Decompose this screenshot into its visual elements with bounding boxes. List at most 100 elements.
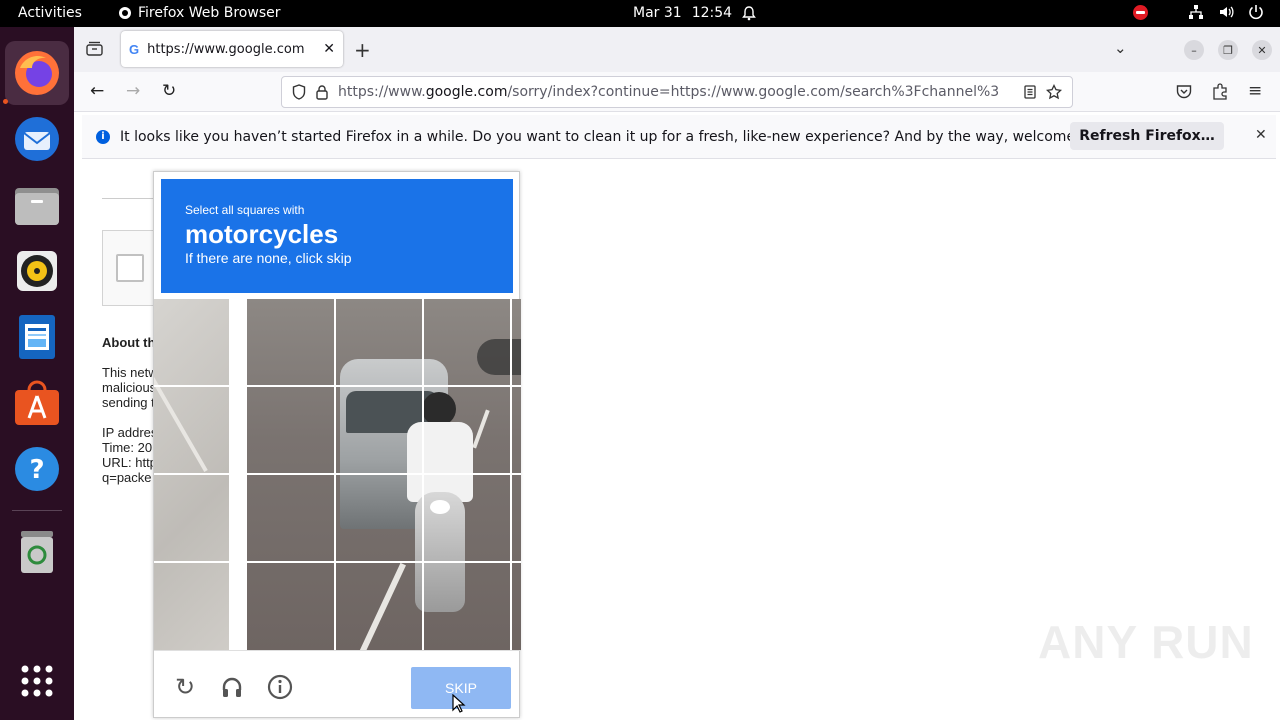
minimize-button[interactable]: – <box>1184 40 1204 60</box>
new-tab-button[interactable]: + <box>354 38 371 62</box>
maximize-button[interactable]: ❐ <box>1218 40 1238 60</box>
grid-tile[interactable] <box>154 563 240 649</box>
google-favicon-icon: G <box>129 41 140 57</box>
app-name: Firefox Web Browser <box>138 5 281 21</box>
image-grid <box>154 299 521 650</box>
app-menu[interactable]: Firefox Web Browser <box>118 5 281 21</box>
grid-line <box>154 385 521 387</box>
url-domain: google.com <box>425 84 508 100</box>
grid-tile[interactable] <box>423 563 509 649</box>
hamburger-menu-icon[interactable]: ≡ <box>1248 81 1262 101</box>
pocket-icon[interactable] <box>1176 84 1192 99</box>
thunderbird-icon <box>15 117 59 161</box>
system-tray[interactable] <box>1133 4 1264 20</box>
tab-bar: G https://www.google.com ✕ + ⌄ – ❐ ✕ <box>74 27 1280 72</box>
volume-icon <box>1220 6 1234 18</box>
grid-icon <box>21 665 53 697</box>
url-rest: /sorry/index?continue=https://www.google… <box>507 84 1000 100</box>
grid-tile[interactable] <box>423 387 509 473</box>
bookmark-star-icon[interactable] <box>1046 84 1062 100</box>
about-heading: About th <box>102 335 156 350</box>
anyrun-watermark: ANY RUN <box>1038 616 1254 668</box>
tab-overview-icon[interactable] <box>86 41 103 56</box>
reload-icon[interactable]: ↻ <box>162 81 176 101</box>
rhythmbox-icon <box>17 251 57 291</box>
grid-tile[interactable] <box>154 299 240 385</box>
back-arrow-icon[interactable]: ← <box>90 81 104 101</box>
mouse-cursor-icon <box>452 694 466 713</box>
gnome-top-bar: Activities Firefox Web Browser Mar 31 12… <box>0 0 1280 27</box>
dock-trash[interactable] <box>5 520 69 584</box>
files-icon <box>15 188 59 225</box>
recaptcha-checkbox[interactable] <box>116 254 144 282</box>
tracking-shield-icon[interactable] <box>292 84 306 100</box>
grid-tile[interactable] <box>423 475 509 561</box>
notice-message: It looks like you haven’t started Firefo… <box>120 128 1119 145</box>
grid-tile[interactable] <box>335 475 421 561</box>
dock-rhythmbox[interactable] <box>5 239 69 303</box>
refresh-notification-bar: i It looks like you haven’t started Fire… <box>82 115 1276 159</box>
grid-tile[interactable] <box>247 387 333 473</box>
tab-close-icon[interactable]: ✕ <box>323 41 335 57</box>
app-center-icon <box>15 380 59 425</box>
grid-line <box>154 473 521 475</box>
do-not-disturb-icon <box>1133 4 1148 20</box>
challenge-instructions: Select all squares with motorcycles If t… <box>161 179 513 293</box>
grid-tile[interactable] <box>247 299 333 385</box>
grid-tile[interactable] <box>423 299 509 385</box>
svg-text:?: ? <box>29 455 44 485</box>
dock-firefox[interactable] <box>5 41 69 105</box>
network-icon <box>1189 5 1203 19</box>
close-window-button[interactable]: ✕ <box>1252 40 1272 60</box>
url-text[interactable]: https://www.google.com/sorry/index?conti… <box>338 84 1014 100</box>
list-tabs-chevron-down-icon[interactable]: ⌄ <box>1114 39 1127 57</box>
grid-tile[interactable] <box>247 475 333 561</box>
dock-app-center[interactable] <box>5 371 69 435</box>
forward-arrow-icon[interactable]: → <box>126 81 140 101</box>
dock-separator <box>12 510 62 511</box>
instruction-prefix: Select all squares with <box>185 203 305 217</box>
info-icon: i <box>96 129 110 144</box>
writer-icon <box>19 315 55 359</box>
reload-challenge-icon[interactable]: ↻ <box>172 674 198 701</box>
url-prefix: https://www. <box>338 84 426 100</box>
instruction-hint: If there are none, click skip <box>185 250 352 266</box>
tab-google[interactable]: G https://www.google.com ✕ <box>121 31 343 67</box>
grid-tile[interactable] <box>154 475 240 561</box>
url-bar[interactable]: https://www.google.com/sorry/index?conti… <box>281 76 1073 108</box>
power-icon <box>1249 5 1263 20</box>
ubuntu-dock: ? <box>0 27 74 720</box>
notice-close-icon[interactable]: ✕ <box>1255 127 1267 143</box>
navigation-toolbar: ← → ↻ https://www.google.com/sorry/index… <box>74 72 1280 112</box>
grid-tile[interactable] <box>335 563 421 649</box>
grid-tile[interactable] <box>247 563 333 649</box>
dock-files[interactable] <box>5 173 69 237</box>
help-icon: ? <box>15 447 59 491</box>
running-indicator <box>3 99 8 104</box>
dock-show-apps[interactable] <box>5 649 69 713</box>
clock[interactable]: Mar 31 12:54 <box>633 5 756 21</box>
grid-tile[interactable] <box>335 299 421 385</box>
recaptcha-challenge: Select all squares with motorcycles If t… <box>153 171 521 718</box>
dock-libreoffice-writer[interactable] <box>5 305 69 369</box>
trash-icon <box>21 531 53 573</box>
lock-icon[interactable] <box>316 84 328 100</box>
tab-title: https://www.google.com <box>147 41 305 57</box>
activities-button[interactable]: Activities <box>18 5 82 21</box>
firefox-small-icon <box>119 7 131 19</box>
audio-challenge-icon[interactable] <box>219 674 245 700</box>
bell-icon <box>742 5 756 20</box>
grid-tile[interactable] <box>154 387 240 473</box>
extensions-puzzle-icon[interactable] <box>1212 83 1228 100</box>
refresh-firefox-button[interactable]: Refresh Firefox… <box>1070 122 1224 150</box>
grid-tile[interactable] <box>335 387 421 473</box>
help-info-icon[interactable] <box>267 674 293 700</box>
firefox-icon <box>15 51 59 95</box>
grid-line <box>154 561 521 563</box>
clock-date: Mar 31 <box>633 5 682 21</box>
dock-help[interactable]: ? <box>5 437 69 501</box>
dock-thunderbird[interactable] <box>5 107 69 171</box>
instruction-target: motorcycles <box>185 219 339 249</box>
clock-time: 12:54 <box>691 5 733 21</box>
reader-view-icon[interactable] <box>1024 85 1036 99</box>
